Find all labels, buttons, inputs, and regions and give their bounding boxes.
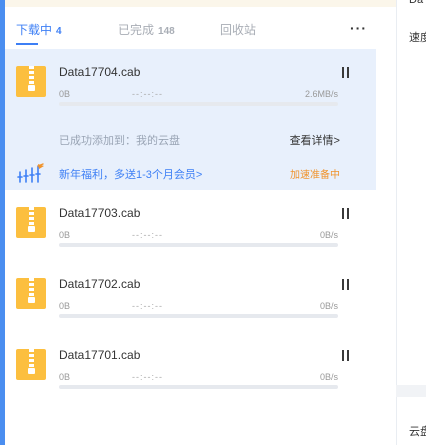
- download-item[interactable]: Data17702.cab 0B --:--:-- 0B/s: [5, 261, 376, 332]
- archive-file-icon: [16, 207, 46, 238]
- tab-completed-count: 148: [158, 26, 175, 37]
- file-name: Data17702.cab: [59, 277, 141, 291]
- pause-icon[interactable]: [341, 208, 350, 219]
- file-eta: --:--:--: [132, 89, 163, 99]
- right-side-panel: Da 速度 云盘: [396, 0, 426, 445]
- file-size: 0B: [59, 230, 71, 240]
- top-banner-strip: [5, 0, 396, 7]
- added-to-cloud-text: 已成功添加到：我的云盘: [59, 135, 180, 147]
- file-speed: 2.6MB/s: [304, 89, 338, 99]
- tab-recycle-bin[interactable]: 回收站: [220, 21, 256, 38]
- progress-bar: [59, 385, 338, 389]
- archive-file-icon: [16, 349, 46, 380]
- more-horizontal-icon[interactable]: ···: [350, 20, 367, 36]
- active-tab-underline: [16, 43, 38, 45]
- tab-completed[interactable]: 已完成 148: [118, 21, 175, 38]
- pause-icon[interactable]: [341, 350, 350, 361]
- speed-boost-icon: [17, 163, 44, 183]
- file-eta: --:--:--: [132, 301, 163, 311]
- promo-row: 新年福利，多送1-3个月会员> 加速准备中: [5, 155, 376, 190]
- file-eta: --:--:--: [132, 372, 163, 382]
- download-item[interactable]: Data17704.cab 0B --:--:-- 2.6MB/s: [5, 49, 376, 120]
- file-name: Data17704.cab: [59, 65, 141, 79]
- tab-downloading[interactable]: 下载中 4: [16, 21, 62, 38]
- cloud-label: 云盘: [409, 426, 426, 438]
- right-panel-top-text: Da: [409, 0, 424, 6]
- promo-link[interactable]: 新年福利，多送1-3个月会员>: [59, 166, 202, 182]
- archive-file-icon: [16, 66, 46, 97]
- speed-label: 速度: [409, 32, 426, 44]
- file-speed: 0B/s: [319, 372, 338, 382]
- panel-divider: [396, 0, 397, 445]
- file-name: Data17701.cab: [59, 348, 141, 362]
- file-size: 0B: [59, 89, 71, 99]
- download-list: Data17704.cab 0B --:--:-- 2.6MB/s 已成功添加到…: [5, 49, 396, 403]
- tab-downloading-count: 4: [56, 26, 62, 37]
- tab-recycle-bin-label: 回收站: [220, 23, 257, 37]
- progress-bar: [59, 314, 338, 318]
- file-size: 0B: [59, 301, 71, 311]
- pause-icon[interactable]: [341, 67, 350, 78]
- download-detail-row: 已成功添加到：我的云盘 查看详情>: [5, 120, 376, 155]
- view-details-link[interactable]: 查看详情>: [290, 132, 340, 148]
- tab-completed-label: 已完成: [118, 23, 155, 37]
- file-speed: 0B/s: [319, 301, 338, 311]
- file-name: Data17703.cab: [59, 206, 141, 220]
- download-item[interactable]: Data17701.cab 0B --:--:-- 0B/s: [5, 332, 376, 403]
- pause-icon[interactable]: [341, 279, 350, 290]
- archive-file-icon: [16, 278, 46, 309]
- acceleration-status: 加速准备中: [290, 170, 340, 181]
- tab-downloading-label: 下载中: [16, 23, 53, 37]
- tab-bar: 下载中 4 已完成 148 回收站 ···: [5, 7, 396, 47]
- file-eta: --:--:--: [132, 230, 163, 240]
- panel-separator: [396, 385, 426, 397]
- download-item[interactable]: Data17703.cab 0B --:--:-- 0B/s: [5, 190, 376, 261]
- file-speed: 0B/s: [319, 230, 338, 240]
- file-size: 0B: [59, 372, 71, 382]
- progress-bar: [59, 102, 338, 106]
- progress-bar: [59, 243, 338, 247]
